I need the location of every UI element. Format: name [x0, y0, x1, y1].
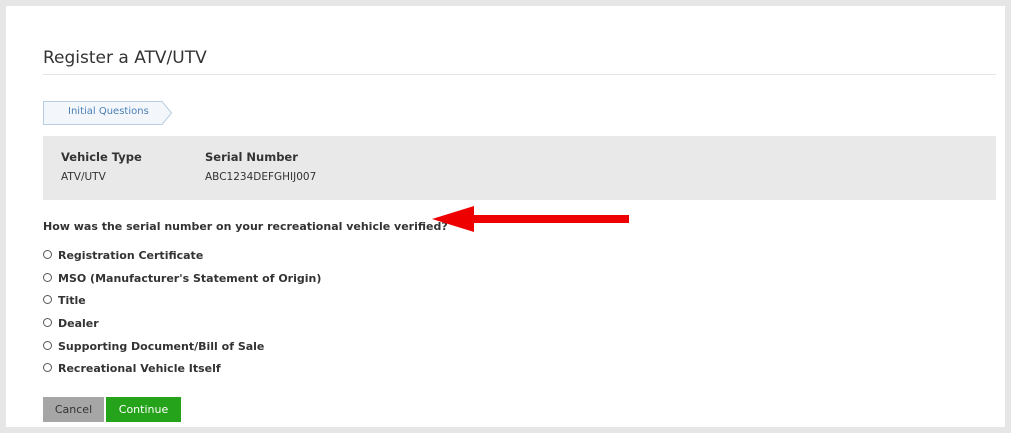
continue-button[interactable]: Continue — [106, 397, 181, 422]
page-title: Register a ATV/UTV — [43, 48, 207, 68]
vehicle-type-label: Vehicle Type — [61, 150, 142, 164]
option-supporting-document[interactable]: Supporting Document/Bill of Sale — [43, 340, 321, 363]
verification-question: How was the serial number on your recrea… — [43, 220, 448, 233]
red-left-arrow-icon — [432, 206, 629, 232]
radio-button[interactable] — [43, 272, 52, 282]
breadcrumb-step-label: Initial Questions — [68, 106, 149, 117]
option-label: Title — [58, 294, 86, 308]
radio-button[interactable] — [43, 318, 52, 328]
verification-options: Registration Certificate MSO (Manufactur… — [43, 249, 321, 385]
option-registration-certificate[interactable]: Registration Certificate — [43, 249, 321, 272]
vehicle-type-column: Vehicle Type ATV/UTV — [61, 150, 142, 183]
option-label: MSO (Manufacturer's Statement of Origin) — [58, 271, 322, 285]
radio-button[interactable] — [43, 340, 52, 350]
breadcrumb-step-initial-questions[interactable]: Initial Questions — [43, 101, 173, 125]
option-label: Registration Certificate — [58, 249, 204, 262]
title-divider — [43, 74, 996, 75]
option-recreational-vehicle-itself[interactable]: Recreational Vehicle Itself — [43, 362, 321, 385]
serial-number-column: Serial Number ABC1234DEFGHIJ007 — [205, 150, 316, 183]
option-title[interactable]: Title — [43, 294, 321, 317]
cancel-button[interactable]: Cancel — [43, 397, 104, 422]
serial-number-label: Serial Number — [205, 150, 298, 164]
vehicle-type-value: ATV/UTV — [61, 171, 106, 183]
radio-button[interactable] — [43, 363, 52, 373]
radio-button[interactable] — [43, 295, 52, 305]
radio-button[interactable] — [43, 250, 52, 259]
registration-page: Register a ATV/UTV Initial Questions Veh… — [6, 6, 1005, 427]
option-dealer[interactable]: Dealer — [43, 317, 321, 340]
option-mso[interactable]: MSO (Manufacturer's Statement of Origin) — [43, 272, 321, 295]
vehicle-info-panel: Vehicle Type ATV/UTV Serial Number ABC12… — [43, 136, 996, 200]
option-label: Dealer — [58, 317, 99, 331]
option-label: Supporting Document/Bill of Sale — [58, 339, 265, 353]
option-label: Recreational Vehicle Itself — [58, 362, 221, 376]
serial-number-value: ABC1234DEFGHIJ007 — [205, 171, 317, 183]
